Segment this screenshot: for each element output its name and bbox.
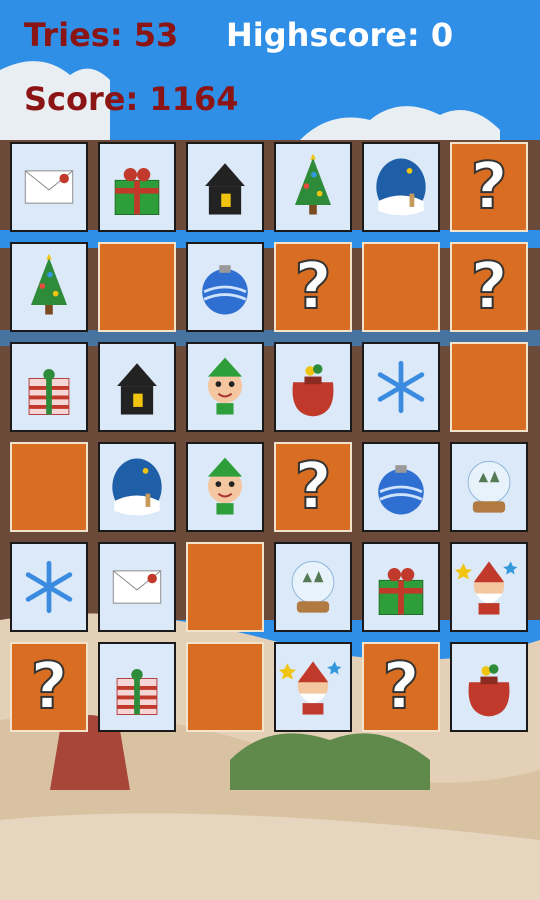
- empty-card-slot[interactable]: [98, 242, 176, 332]
- gift-box-icon: [114, 168, 160, 215]
- question-mark-icon: ?: [469, 149, 508, 225]
- score-counter: Score: 1164: [24, 80, 239, 118]
- memory-board: ??????: [10, 142, 530, 736]
- ornament-icon: [202, 265, 248, 315]
- card-back[interactable]: ?: [10, 642, 88, 732]
- question-mark-icon: ?: [293, 249, 332, 325]
- empty-card-slot[interactable]: [186, 542, 264, 632]
- card-face[interactable]: [362, 342, 440, 432]
- card-face[interactable]: [10, 242, 88, 332]
- card-back[interactable]: ?: [450, 142, 528, 232]
- letter-icon: [112, 570, 162, 604]
- sack-icon: [292, 364, 334, 417]
- card-back[interactable]: ?: [450, 242, 528, 332]
- card-face[interactable]: [98, 642, 176, 732]
- card-face[interactable]: [362, 442, 440, 532]
- christmas-tree-icon: [294, 153, 332, 215]
- question-mark-icon: ?: [381, 649, 420, 725]
- card-face[interactable]: [450, 642, 528, 732]
- question-mark-icon: ?: [29, 649, 68, 725]
- striped-gift-icon: [116, 668, 158, 715]
- question-mark-icon: ?: [293, 449, 332, 525]
- snowy-night-icon: [112, 458, 162, 516]
- empty-card-slot[interactable]: [10, 442, 88, 532]
- card-face[interactable]: [450, 442, 528, 532]
- snowflake-icon: [377, 360, 425, 414]
- striped-gift-icon: [28, 368, 70, 415]
- card-face[interactable]: [186, 342, 264, 432]
- highscore-label: Highscore: 0: [226, 16, 454, 54]
- card-face[interactable]: [10, 142, 88, 232]
- elf-icon: [207, 457, 243, 515]
- snowflake-icon: [25, 560, 73, 614]
- card-face[interactable]: [274, 642, 352, 732]
- card-face[interactable]: [98, 342, 176, 432]
- gift-box-icon: [378, 568, 424, 615]
- card-face[interactable]: [98, 542, 176, 632]
- card-face[interactable]: [274, 142, 352, 232]
- house-icon: [205, 163, 245, 215]
- empty-card-slot[interactable]: [362, 242, 440, 332]
- card-face[interactable]: [450, 542, 528, 632]
- card-face[interactable]: [186, 142, 264, 232]
- santa-icon: [454, 561, 518, 615]
- elf-icon: [207, 357, 243, 415]
- snowy-night-icon: [376, 158, 426, 216]
- card-face[interactable]: [274, 342, 352, 432]
- card-face[interactable]: [10, 542, 88, 632]
- card-face[interactable]: [10, 342, 88, 432]
- empty-card-slot[interactable]: [186, 642, 264, 732]
- card-face[interactable]: [98, 142, 176, 232]
- question-mark-icon: ?: [469, 249, 508, 325]
- tries-counter: Tries: 53: [24, 16, 179, 54]
- card-back[interactable]: ?: [274, 242, 352, 332]
- empty-card-slot[interactable]: [450, 342, 528, 432]
- santa-icon: [278, 661, 342, 715]
- sack-icon: [468, 664, 510, 717]
- letter-icon: [24, 170, 74, 204]
- card-face[interactable]: [186, 242, 264, 332]
- snow-globe-icon: [467, 460, 511, 513]
- card-face[interactable]: [98, 442, 176, 532]
- card-face[interactable]: [274, 542, 352, 632]
- card-face[interactable]: [362, 142, 440, 232]
- card-face[interactable]: [362, 542, 440, 632]
- card-face[interactable]: [186, 442, 264, 532]
- ornament-icon: [378, 465, 424, 515]
- card-back[interactable]: ?: [274, 442, 352, 532]
- christmas-tree-icon: [30, 253, 68, 315]
- card-back[interactable]: ?: [362, 642, 440, 732]
- house-icon: [117, 363, 157, 415]
- snow-globe-icon: [291, 560, 335, 613]
